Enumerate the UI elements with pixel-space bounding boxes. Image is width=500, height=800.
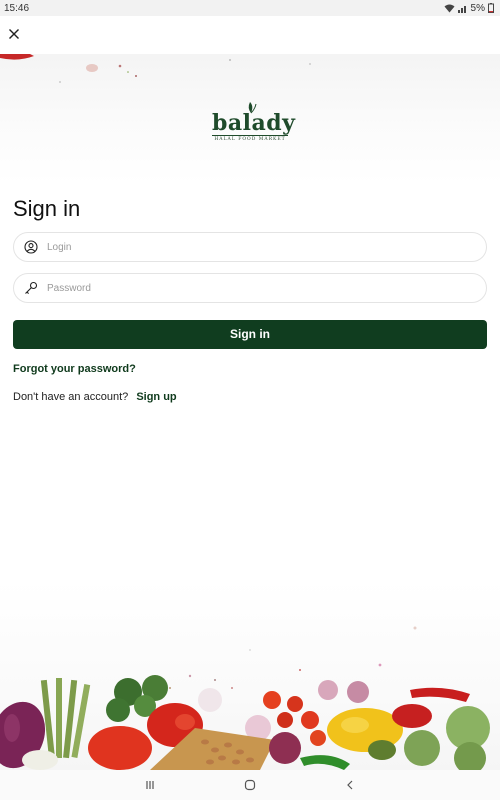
battery-text: 5% bbox=[470, 2, 485, 14]
signal-icon bbox=[457, 4, 468, 13]
user-circle-icon bbox=[24, 240, 38, 254]
no-account-text: Don't have an account? bbox=[13, 391, 129, 403]
status-indicators: 5% bbox=[444, 3, 494, 14]
battery-icon bbox=[488, 3, 494, 13]
recent-apps-button[interactable] bbox=[140, 778, 160, 792]
forgot-password-link[interactable]: Forgot your password? bbox=[13, 363, 136, 375]
status-time: 15:46 bbox=[4, 2, 30, 14]
password-field[interactable] bbox=[13, 273, 487, 303]
page-title: Sign in bbox=[13, 196, 81, 221]
status-bar: 15:46 5% bbox=[0, 0, 500, 16]
close-icon bbox=[9, 29, 19, 39]
vegetables-illustration bbox=[0, 580, 500, 770]
login-input[interactable] bbox=[47, 241, 486, 253]
login-field[interactable] bbox=[13, 232, 487, 262]
back-icon bbox=[347, 780, 353, 790]
password-input[interactable] bbox=[47, 282, 486, 294]
system-nav-bar bbox=[0, 770, 500, 800]
wifi-icon bbox=[444, 4, 455, 13]
home-button[interactable] bbox=[240, 778, 260, 792]
sign-up-link[interactable]: Sign up bbox=[136, 391, 176, 403]
sign-in-button[interactable]: Sign in bbox=[13, 320, 487, 349]
key-icon bbox=[24, 281, 38, 295]
logo-tagline: HALAL FOOD MARKET bbox=[214, 137, 286, 142]
recent-apps-icon bbox=[146, 781, 154, 789]
logo-wordmark: balady bbox=[212, 110, 296, 136]
home-icon bbox=[244, 779, 256, 791]
vegetables-image bbox=[0, 626, 490, 770]
close-button[interactable] bbox=[7, 27, 21, 41]
brand-logo: balady HALAL FOOD MARKET bbox=[212, 100, 296, 150]
leaf-icon bbox=[248, 102, 257, 114]
signup-row: Don't have an account? Sign up bbox=[13, 391, 177, 403]
back-button[interactable] bbox=[340, 778, 360, 792]
